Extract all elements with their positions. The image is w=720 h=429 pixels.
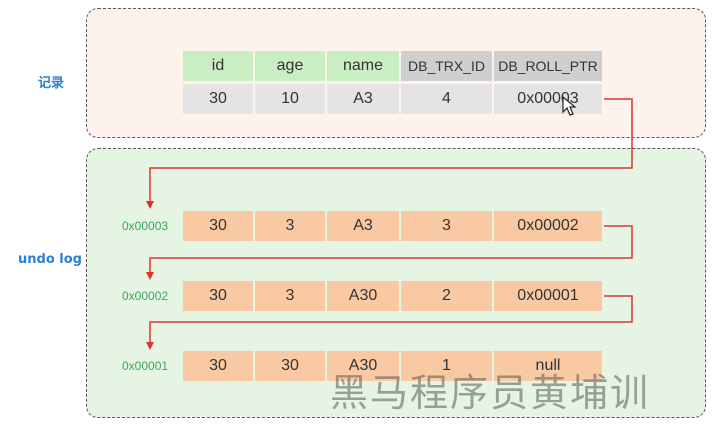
roll-ptr-arrow <box>146 98 633 209</box>
watermark: 黑马程序员黄埔训 <box>330 371 651 415</box>
roll-ptr-arrow <box>146 295 633 350</box>
mouse-cursor-icon <box>562 96 577 116</box>
roll-ptr-arrow <box>146 225 633 280</box>
